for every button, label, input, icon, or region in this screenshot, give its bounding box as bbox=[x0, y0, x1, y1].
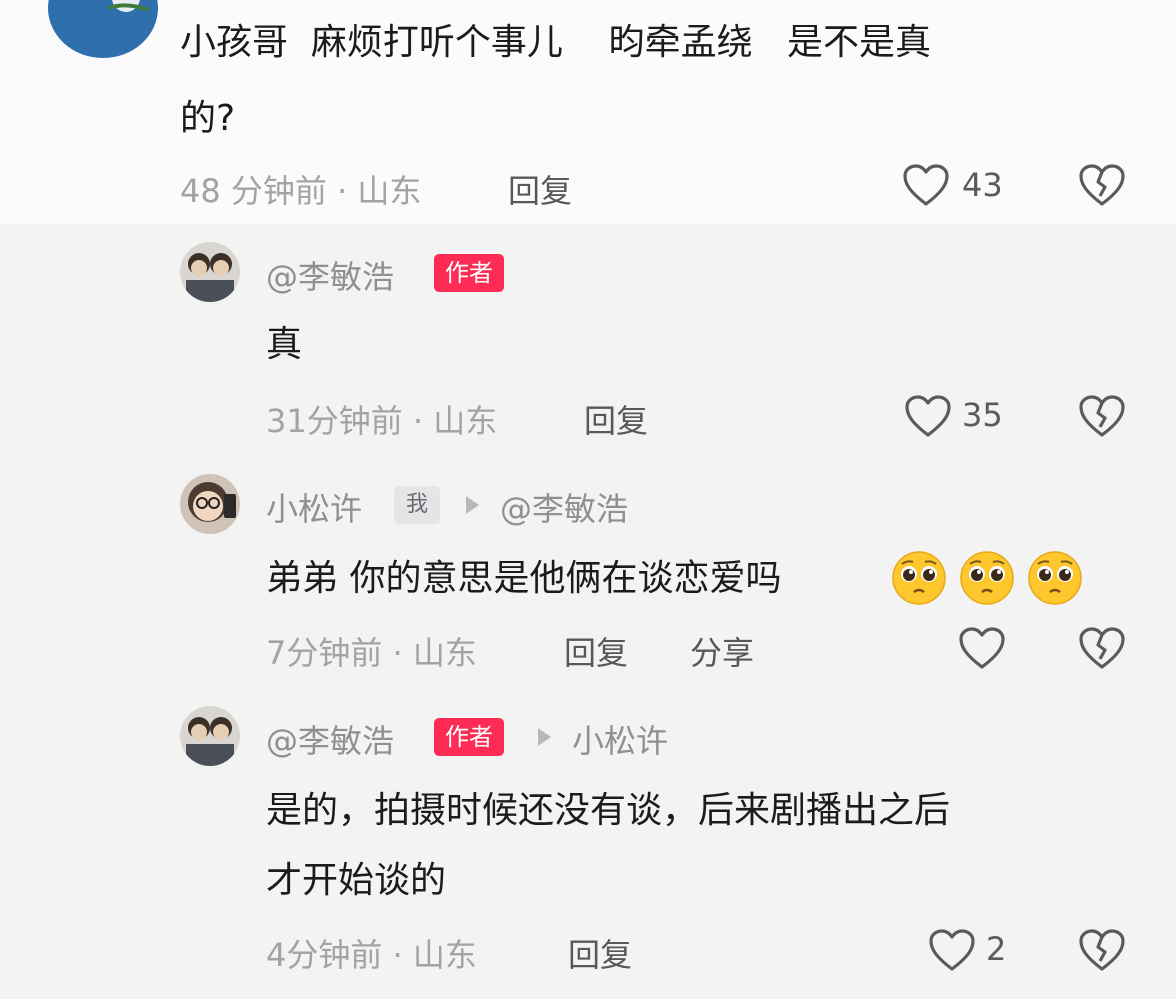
like-heart-icon[interactable] bbox=[902, 163, 950, 207]
reply-text-line2: 才开始谈的 bbox=[266, 860, 447, 901]
me-tag: 我 bbox=[394, 486, 441, 524]
reply-like-count: 2 bbox=[986, 930, 1007, 968]
reply-time-location: 31分钟前 · 山东 bbox=[266, 402, 498, 440]
pleading-face-emoji bbox=[1028, 551, 1082, 605]
comment-like-count: 43 bbox=[962, 166, 1003, 204]
reply-text-line1: 是的，拍摄时候还没有谈，后来剧播出之后 bbox=[266, 790, 951, 831]
reply-reply-button[interactable]: 回复 bbox=[584, 396, 648, 442]
like-heart-icon[interactable] bbox=[958, 626, 1006, 670]
author-tag: 作者 bbox=[434, 254, 504, 292]
reply-reply-button[interactable]: 回复 bbox=[568, 930, 632, 976]
reply-text: 弟弟 你的意思是他俩在谈恋爱吗 bbox=[266, 558, 782, 599]
reply-share-button[interactable]: 分享 bbox=[690, 628, 754, 674]
reply-time-location: 4分钟前 · 山东 bbox=[266, 936, 477, 974]
reply-time-location: 7分钟前 · 山东 bbox=[266, 634, 477, 672]
dislike-broken-heart-icon[interactable] bbox=[1078, 163, 1126, 207]
reply-arrow-icon bbox=[538, 728, 551, 746]
reply-author-name[interactable]: @李敏浩 bbox=[266, 252, 394, 298]
like-heart-icon[interactable] bbox=[928, 928, 976, 972]
reply-author-name[interactable]: 小松许 bbox=[266, 484, 362, 530]
comment-text-line1: 小孩哥 麻烦打听个事儿 昀牵孟绕 是不是真 bbox=[180, 22, 931, 63]
dislike-broken-heart-icon[interactable] bbox=[1078, 394, 1126, 438]
like-heart-icon[interactable] bbox=[904, 394, 952, 438]
reply-text: 真 bbox=[266, 324, 303, 365]
comment-time-location: 48 分钟前 · 山东 bbox=[180, 172, 422, 210]
reply-like-count: 35 bbox=[962, 396, 1003, 434]
reply-author-avatar[interactable] bbox=[180, 474, 240, 534]
reply-to-name[interactable]: 小松许 bbox=[572, 716, 668, 762]
reply-author-name[interactable]: @李敏浩 bbox=[266, 716, 394, 762]
pleading-face-emoji bbox=[960, 551, 1014, 605]
reply-reply-button[interactable]: 回复 bbox=[564, 628, 628, 674]
reply-arrow-icon bbox=[466, 496, 479, 514]
reply-author-avatar[interactable] bbox=[180, 242, 240, 302]
pleading-face-emoji bbox=[892, 551, 946, 605]
comment-text-line2: 的? bbox=[180, 98, 236, 139]
author-tag: 作者 bbox=[434, 718, 504, 756]
dislike-broken-heart-icon[interactable] bbox=[1078, 928, 1126, 972]
reply-to-name[interactable]: @李敏浩 bbox=[500, 484, 628, 530]
reply-author-avatar[interactable] bbox=[180, 706, 240, 766]
comment-reply-button[interactable]: 回复 bbox=[508, 166, 572, 212]
dislike-broken-heart-icon[interactable] bbox=[1078, 626, 1126, 670]
